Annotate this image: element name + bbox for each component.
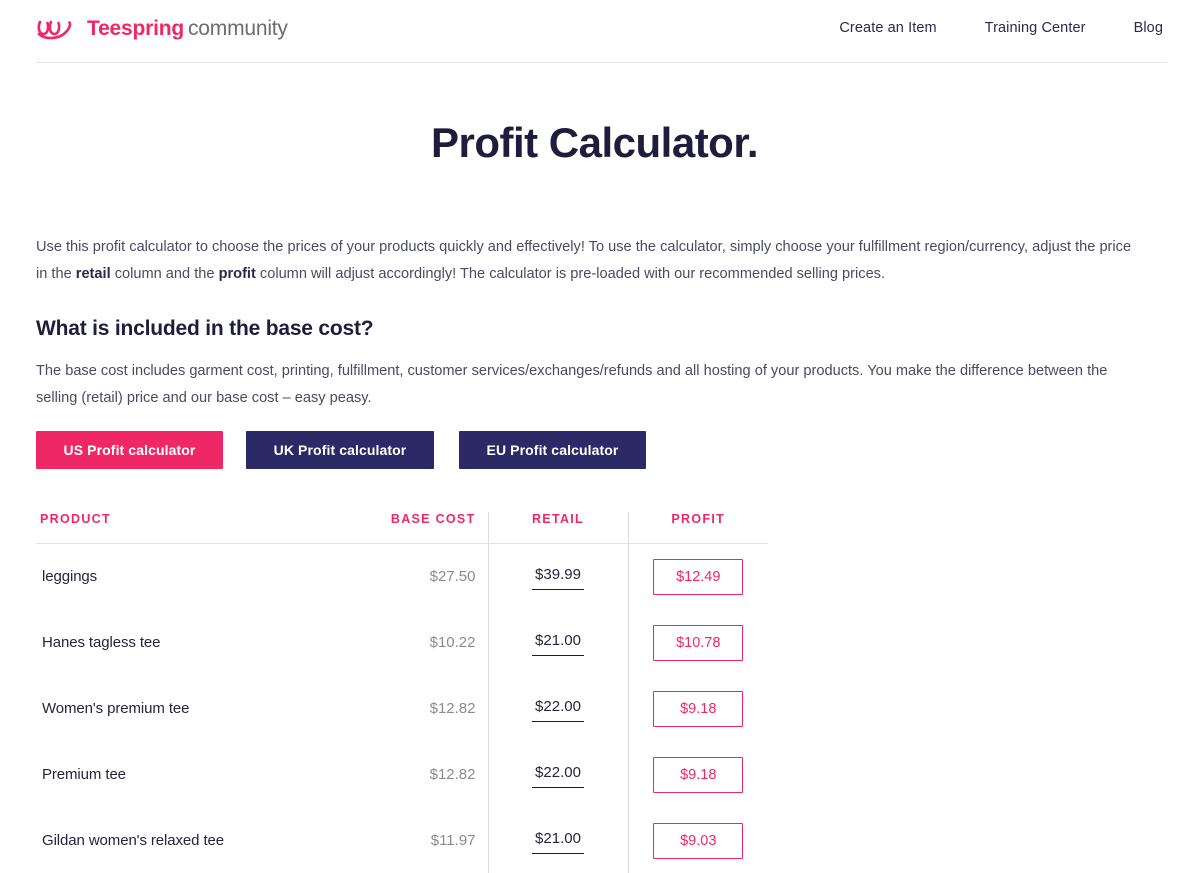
uk-profit-calculator-button[interactable]: UK Profit calculator xyxy=(246,431,434,469)
base-cost-heading: What is included in the base cost? xyxy=(36,317,374,340)
retail-cell xyxy=(487,807,628,873)
column-header-retail: RETAIL xyxy=(487,512,628,544)
retail-input[interactable] xyxy=(532,695,584,722)
intro-bold-profit: profit xyxy=(218,266,256,282)
table-row: Premium tee $12.82 $9.18 xyxy=(36,741,768,808)
us-profit-calculator-button[interactable]: US Profit calculator xyxy=(36,431,223,469)
brand-name: Teespring xyxy=(87,17,184,40)
profit-calculator-page: Teespring community Create an Item Traini… xyxy=(0,0,1203,873)
profit-value: $9.03 xyxy=(653,822,744,859)
retail-cell xyxy=(487,609,628,676)
product-name: leggings xyxy=(42,568,98,586)
product-name: Hanes tagless tee xyxy=(42,634,161,651)
product-name: Gildan women's relaxed tee xyxy=(42,832,225,849)
product-name: Women's premium tee xyxy=(42,700,190,717)
retail-input[interactable] xyxy=(532,827,584,854)
table-row: Gildan women's relaxed tee $11.97 $9.03 xyxy=(36,807,768,873)
page-title: Profit Calculator. xyxy=(430,119,759,166)
intro-paragraph: Use this profit calculator to choose the… xyxy=(36,234,1138,288)
brand-text: Teespring community xyxy=(87,17,288,41)
nav-link-create-an-item[interactable]: Create an Item xyxy=(839,20,936,36)
header-divider xyxy=(36,62,1167,63)
profit-calculator-table: PRODUCT BASE COST RETAIL PROFIT leggings… xyxy=(36,512,768,873)
profit-cell: $9.03 xyxy=(627,807,768,873)
page-content: Use this profit calculator to choose the… xyxy=(36,234,1146,412)
table-header: PRODUCT BASE COST RETAIL PROFIT xyxy=(36,512,768,544)
profit-cell: $9.18 xyxy=(627,675,768,742)
eu-profit-calculator-button[interactable]: EU Profit calculator xyxy=(459,431,646,469)
column-header-product: PRODUCT xyxy=(40,512,111,526)
profit-value: $10.78 xyxy=(653,624,744,661)
retail-input[interactable] xyxy=(532,761,584,788)
profit-cell: $12.49 xyxy=(627,543,768,610)
teespring-loop-logo-icon xyxy=(36,18,78,40)
intro-text-part3: column will adjust accordingly! The calc… xyxy=(255,266,886,282)
retail-cell xyxy=(487,675,628,742)
profit-cell: $10.78 xyxy=(627,609,768,676)
base-cost-value: $27.50 xyxy=(429,568,476,586)
brand-logo-link[interactable]: Teespring community xyxy=(36,17,288,41)
column-header-base-cost: BASE COST xyxy=(390,512,476,526)
retail-input[interactable] xyxy=(532,563,584,590)
table-row: leggings $27.50 $12.49 xyxy=(36,543,768,610)
profit-value: $9.18 xyxy=(653,756,744,793)
profit-calculator-table-wrap: PRODUCT BASE COST RETAIL PROFIT leggings… xyxy=(36,512,796,873)
table-header-row: PRODUCT BASE COST RETAIL PROFIT xyxy=(36,512,768,544)
base-cost-value: $12.82 xyxy=(429,700,476,717)
nav-link-blog[interactable]: Blog xyxy=(1134,20,1163,36)
intro-bold-retail: retail xyxy=(75,266,111,282)
column-header-profit: PROFIT xyxy=(627,512,768,544)
base-cost-value: $10.22 xyxy=(429,634,476,651)
calculator-region-buttons: US Profit calculator UK Profit calculato… xyxy=(36,431,646,469)
site-header: Teespring community Create an Item Traini… xyxy=(0,0,1203,62)
retail-cell xyxy=(487,543,628,610)
main-nav: Create an Item Training Center Blog xyxy=(839,20,1163,36)
retail-input[interactable] xyxy=(532,629,584,656)
table-row: Women's premium tee $12.82 $9.18 xyxy=(36,675,768,742)
nav-link-training-center[interactable]: Training Center xyxy=(985,20,1086,36)
intro-text-part2: column and the xyxy=(110,266,219,282)
table-row: Hanes tagless tee $10.22 $10.78 xyxy=(36,609,768,676)
brand-subtitle: community xyxy=(188,17,288,40)
profit-value: $9.18 xyxy=(653,690,744,727)
retail-cell xyxy=(487,741,628,808)
product-name: Premium tee xyxy=(42,766,126,783)
base-cost-paragraph: The base cost includes garment cost, pri… xyxy=(36,363,1108,406)
table-body: leggings $27.50 $12.49 Hanes tagless tee… xyxy=(36,543,768,873)
base-cost-value: $12.82 xyxy=(429,766,476,783)
base-cost-value: $11.97 xyxy=(430,832,476,849)
profit-cell: $9.18 xyxy=(627,741,768,808)
profit-value: $12.49 xyxy=(653,558,744,595)
